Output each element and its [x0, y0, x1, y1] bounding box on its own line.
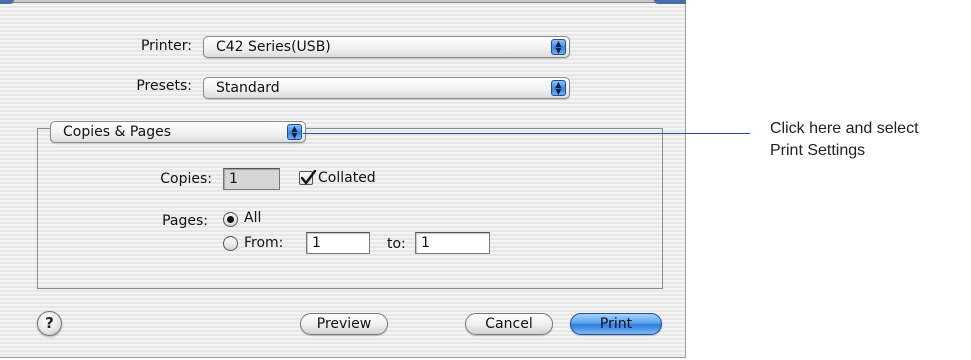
callout-line-2: Print Settings	[770, 142, 866, 159]
presets-value: Standard	[216, 80, 280, 96]
copies-label: Copies:	[160, 171, 212, 187]
popup-arrows-icon: ▲ ▼	[287, 124, 302, 140]
popup-arrows-icon: ▲ ▼	[551, 39, 566, 55]
pages-label: Pages:	[162, 213, 208, 229]
window-top-edge	[0, 0, 686, 4]
collated-label: Collated	[318, 170, 376, 186]
print-dialog: Printer: C42 Series(USB) ▲ ▼ Presets: Sta…	[0, 0, 686, 358]
printer-label: Printer:	[140, 38, 192, 54]
panel-menu-value: Copies & Pages	[63, 124, 172, 140]
popup-arrows-icon: ▲ ▼	[551, 80, 566, 96]
radio-selected-dot	[227, 216, 234, 223]
presets-label: Presets:	[136, 78, 192, 94]
pages-from-label: From:	[244, 235, 284, 251]
callout-line	[303, 133, 750, 134]
print-button[interactable]: Print	[570, 313, 662, 335]
copies-pages-panel	[37, 128, 663, 289]
preview-button[interactable]: Preview	[300, 313, 388, 335]
window-corner-left	[0, 0, 14, 4]
pages-to-label: to:	[387, 236, 406, 252]
pages-all-radio[interactable]	[223, 212, 238, 227]
presets-popup[interactable]: Standard ▲ ▼	[203, 77, 570, 99]
printer-popup[interactable]: C42 Series(USB) ▲ ▼	[203, 36, 570, 58]
help-button[interactable]: ?	[37, 311, 62, 336]
panel-menu-popup[interactable]: Copies & Pages ▲ ▼	[50, 121, 306, 143]
collated-checkbox[interactable]	[299, 169, 317, 185]
window-corner-right	[654, 0, 686, 4]
callout-text: Click here and select Print Settings	[770, 118, 919, 162]
pages-all-label: All	[244, 210, 262, 226]
callout-line-1: Click here and select	[770, 120, 919, 137]
copies-field[interactable]: 1	[223, 168, 280, 190]
checkmark-icon	[300, 169, 317, 185]
pages-from-radio[interactable]	[223, 236, 238, 251]
printer-value: C42 Series(USB)	[216, 39, 331, 55]
pages-from-field[interactable]: 1	[306, 232, 370, 254]
pages-to-field[interactable]: 1	[415, 232, 490, 254]
cancel-button[interactable]: Cancel	[465, 313, 553, 335]
